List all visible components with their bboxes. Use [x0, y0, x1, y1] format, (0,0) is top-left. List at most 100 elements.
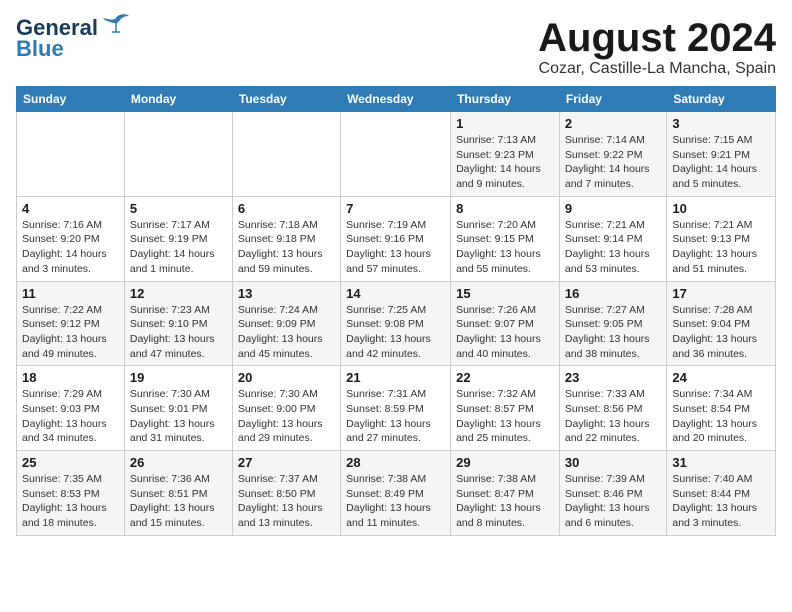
- day-number: 13: [238, 286, 335, 301]
- day-number: 9: [565, 201, 661, 216]
- day-info: Sunrise: 7:31 AM Sunset: 8:59 PM Dayligh…: [346, 387, 445, 446]
- day-info: Sunrise: 7:26 AM Sunset: 9:07 PM Dayligh…: [456, 303, 554, 362]
- calendar-cell: 11 Sunrise: 7:22 AM Sunset: 9:12 PM Dayli…: [17, 281, 125, 366]
- weekday-header-wednesday: Wednesday: [341, 87, 451, 112]
- day-info: Sunrise: 7:21 AM Sunset: 9:14 PM Dayligh…: [565, 218, 661, 277]
- day-number: 27: [238, 455, 335, 470]
- calendar-cell: 17Sunrise: 7:28 AM Sunset: 9:04 PM Dayli…: [667, 281, 776, 366]
- calendar-cell: 2Sunrise: 7:14 AM Sunset: 9:22 PM Daylig…: [559, 112, 666, 197]
- day-info: Sunrise: 7:35 AM Sunset: 8:53 PM Dayligh…: [22, 472, 119, 531]
- day-info: Sunrise: 7:38 AM Sunset: 8:47 PM Dayligh…: [456, 472, 554, 531]
- calendar-cell: 19 Sunrise: 7:30 AM Sunset: 9:01 PM Dayli…: [124, 366, 232, 451]
- calendar-body: 1 Sunrise: 7:13 AM Sunset: 9:23 PM Daylig…: [17, 112, 776, 536]
- day-number: 12: [130, 286, 227, 301]
- calendar-cell: 9 Sunrise: 7:21 AM Sunset: 9:14 PM Daylig…: [559, 196, 666, 281]
- calendar-cell: 1 Sunrise: 7:13 AM Sunset: 9:23 PM Daylig…: [451, 112, 560, 197]
- day-info: Sunrise: 7:22 AM Sunset: 9:12 PM Dayligh…: [22, 303, 119, 362]
- day-number: 11: [22, 286, 119, 301]
- month-year: August 2024: [538, 16, 776, 60]
- day-number: 18: [22, 370, 119, 385]
- calendar-week-2: 4Sunrise: 7:16 AM Sunset: 9:20 PM Daylig…: [17, 196, 776, 281]
- calendar-week-5: 25Sunrise: 7:35 AM Sunset: 8:53 PM Dayli…: [17, 451, 776, 536]
- calendar-cell: 3 Sunrise: 7:15 AM Sunset: 9:21 PM Daylig…: [667, 112, 776, 197]
- calendar-cell: 10 Sunrise: 7:21 AM Sunset: 9:13 PM Dayli…: [667, 196, 776, 281]
- calendar-cell: 4Sunrise: 7:16 AM Sunset: 9:20 PM Daylig…: [17, 196, 125, 281]
- day-number: 19: [130, 370, 227, 385]
- day-number: 14: [346, 286, 445, 301]
- day-info: Sunrise: 7:20 AM Sunset: 9:15 PM Dayligh…: [456, 218, 554, 277]
- calendar-cell: 16Sunrise: 7:27 AM Sunset: 9:05 PM Dayli…: [559, 281, 666, 366]
- day-info: Sunrise: 7:18 AM Sunset: 9:18 PM Dayligh…: [238, 218, 335, 277]
- day-info: Sunrise: 7:24 AM Sunset: 9:09 PM Dayligh…: [238, 303, 335, 362]
- day-info: Sunrise: 7:29 AM Sunset: 9:03 PM Dayligh…: [22, 387, 119, 446]
- day-info: Sunrise: 7:36 AM Sunset: 8:51 PM Dayligh…: [130, 472, 227, 531]
- weekday-header-row: SundayMondayTuesdayWednesdayThursdayFrid…: [17, 87, 776, 112]
- day-number: 20: [238, 370, 335, 385]
- weekday-header-sunday: Sunday: [17, 87, 125, 112]
- day-info: Sunrise: 7:13 AM Sunset: 9:23 PM Dayligh…: [456, 133, 554, 192]
- calendar-cell: 25Sunrise: 7:35 AM Sunset: 8:53 PM Dayli…: [17, 451, 125, 536]
- day-number: 30: [565, 455, 661, 470]
- day-number: 3: [672, 116, 770, 131]
- calendar-week-4: 18 Sunrise: 7:29 AM Sunset: 9:03 PM Dayli…: [17, 366, 776, 451]
- day-info: Sunrise: 7:40 AM Sunset: 8:44 PM Dayligh…: [672, 472, 770, 531]
- logo-blue: Blue: [16, 36, 64, 62]
- calendar-cell: 20 Sunrise: 7:30 AM Sunset: 9:00 PM Dayli…: [232, 366, 340, 451]
- calendar-cell: [124, 112, 232, 197]
- header: General Blue August 2024 Cozar, Castille…: [16, 16, 776, 78]
- calendar-cell: 12 Sunrise: 7:23 AM Sunset: 9:10 PM Dayli…: [124, 281, 232, 366]
- day-info: Sunrise: 7:28 AM Sunset: 9:04 PM Dayligh…: [672, 303, 770, 362]
- calendar-cell: 13 Sunrise: 7:24 AM Sunset: 9:09 PM Dayli…: [232, 281, 340, 366]
- day-number: 7: [346, 201, 445, 216]
- day-number: 29: [456, 455, 554, 470]
- logo: General Blue: [16, 16, 130, 62]
- calendar-table: SundayMondayTuesdayWednesdayThursdayFrid…: [16, 86, 776, 536]
- day-number: 8: [456, 201, 554, 216]
- weekday-header-tuesday: Tuesday: [232, 87, 340, 112]
- day-info: Sunrise: 7:30 AM Sunset: 9:00 PM Dayligh…: [238, 387, 335, 446]
- calendar-cell: 8 Sunrise: 7:20 AM Sunset: 9:15 PM Daylig…: [451, 196, 560, 281]
- day-info: Sunrise: 7:30 AM Sunset: 9:01 PM Dayligh…: [130, 387, 227, 446]
- calendar-cell: 14 Sunrise: 7:25 AM Sunset: 9:08 PM Dayli…: [341, 281, 451, 366]
- day-info: Sunrise: 7:25 AM Sunset: 9:08 PM Dayligh…: [346, 303, 445, 362]
- day-number: 5: [130, 201, 227, 216]
- day-number: 10: [672, 201, 770, 216]
- calendar-cell: 24 Sunrise: 7:34 AM Sunset: 8:54 PM Dayli…: [667, 366, 776, 451]
- location: Cozar, Castille-La Mancha, Spain: [538, 60, 776, 78]
- calendar-cell: 23Sunrise: 7:33 AM Sunset: 8:56 PM Dayli…: [559, 366, 666, 451]
- calendar-cell: [17, 112, 125, 197]
- day-info: Sunrise: 7:23 AM Sunset: 9:10 PM Dayligh…: [130, 303, 227, 362]
- calendar-cell: [232, 112, 340, 197]
- day-number: 24: [672, 370, 770, 385]
- day-number: 26: [130, 455, 227, 470]
- calendar-cell: 21 Sunrise: 7:31 AM Sunset: 8:59 PM Dayli…: [341, 366, 451, 451]
- calendar-cell: 5Sunrise: 7:17 AM Sunset: 9:19 PM Daylig…: [124, 196, 232, 281]
- title-area: August 2024 Cozar, Castille-La Mancha, S…: [538, 16, 776, 78]
- day-number: 6: [238, 201, 335, 216]
- day-info: Sunrise: 7:16 AM Sunset: 9:20 PM Dayligh…: [22, 218, 119, 277]
- day-info: Sunrise: 7:39 AM Sunset: 8:46 PM Dayligh…: [565, 472, 661, 531]
- calendar-cell: 15 Sunrise: 7:26 AM Sunset: 9:07 PM Dayli…: [451, 281, 560, 366]
- day-info: Sunrise: 7:38 AM Sunset: 8:49 PM Dayligh…: [346, 472, 445, 531]
- day-info: Sunrise: 7:27 AM Sunset: 9:05 PM Dayligh…: [565, 303, 661, 362]
- day-number: 23: [565, 370, 661, 385]
- day-info: Sunrise: 7:21 AM Sunset: 9:13 PM Dayligh…: [672, 218, 770, 277]
- weekday-header-thursday: Thursday: [451, 87, 560, 112]
- day-info: Sunrise: 7:34 AM Sunset: 8:54 PM Dayligh…: [672, 387, 770, 446]
- day-info: Sunrise: 7:14 AM Sunset: 9:22 PM Dayligh…: [565, 133, 661, 192]
- calendar-cell: 26 Sunrise: 7:36 AM Sunset: 8:51 PM Dayli…: [124, 451, 232, 536]
- day-info: Sunrise: 7:37 AM Sunset: 8:50 PM Dayligh…: [238, 472, 335, 531]
- day-number: 22: [456, 370, 554, 385]
- day-number: 15: [456, 286, 554, 301]
- calendar-cell: 6 Sunrise: 7:18 AM Sunset: 9:18 PM Daylig…: [232, 196, 340, 281]
- calendar-cell: 31Sunrise: 7:40 AM Sunset: 8:44 PM Dayli…: [667, 451, 776, 536]
- calendar-cell: 18 Sunrise: 7:29 AM Sunset: 9:03 PM Dayli…: [17, 366, 125, 451]
- day-number: 1: [456, 116, 554, 131]
- day-number: 21: [346, 370, 445, 385]
- day-info: Sunrise: 7:32 AM Sunset: 8:57 PM Dayligh…: [456, 387, 554, 446]
- day-number: 28: [346, 455, 445, 470]
- calendar-cell: [341, 112, 451, 197]
- calendar-cell: 7Sunrise: 7:19 AM Sunset: 9:16 PM Daylig…: [341, 196, 451, 281]
- day-info: Sunrise: 7:15 AM Sunset: 9:21 PM Dayligh…: [672, 133, 770, 192]
- calendar-week-1: 1 Sunrise: 7:13 AM Sunset: 9:23 PM Daylig…: [17, 112, 776, 197]
